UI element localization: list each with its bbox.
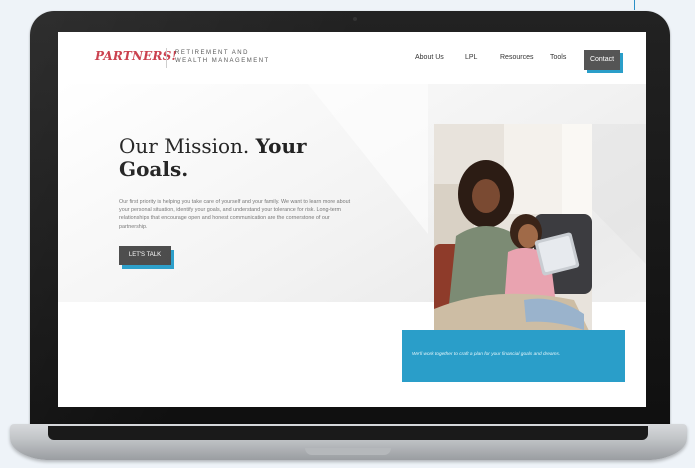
background-accent-line [634,0,635,10]
headline-goals: Goals. [119,157,189,181]
nav-item-lpl[interactable]: LPL [465,54,477,61]
headline-your: Your [255,134,307,158]
nav-item-tools[interactable]: Tools [550,54,566,61]
hero-headline: Our Mission. Your Goals. [119,135,359,181]
contact-button[interactable]: Contact [584,50,620,70]
laptop-open-notch [305,448,391,455]
lets-talk-button[interactable]: LET'S TALK [119,246,171,265]
nav-item-about-us[interactable]: About Us [415,54,444,61]
logo-tagline: RETIREMENT AND WEALTH MANAGEMENT [175,49,270,65]
site-header: PARTNERS! RETIREMENT AND WEALTH MANAGEME… [58,32,646,84]
headline-mission: Our Mission. [119,134,250,158]
logo-divider [166,48,167,68]
logo-tagline-line2: WEALTH MANAGEMENT [175,58,270,64]
logo-tagline-line1: RETIREMENT AND [175,50,249,56]
hero-body-text: Our first priority is helping you take c… [119,199,351,230]
photo-caption: We'll work together to craft a plan for … [412,352,561,357]
caption-box: We'll work together to craft a plan for … [402,330,625,382]
nav-item-resources[interactable]: Resources [500,54,533,61]
site-logo[interactable]: PARTNERS! [95,49,177,63]
laptop-hinge [48,426,648,440]
hero-photo [434,124,592,337]
webcam [353,17,357,21]
laptop-screen: PARTNERS! RETIREMENT AND WEALTH MANAGEME… [58,32,646,407]
